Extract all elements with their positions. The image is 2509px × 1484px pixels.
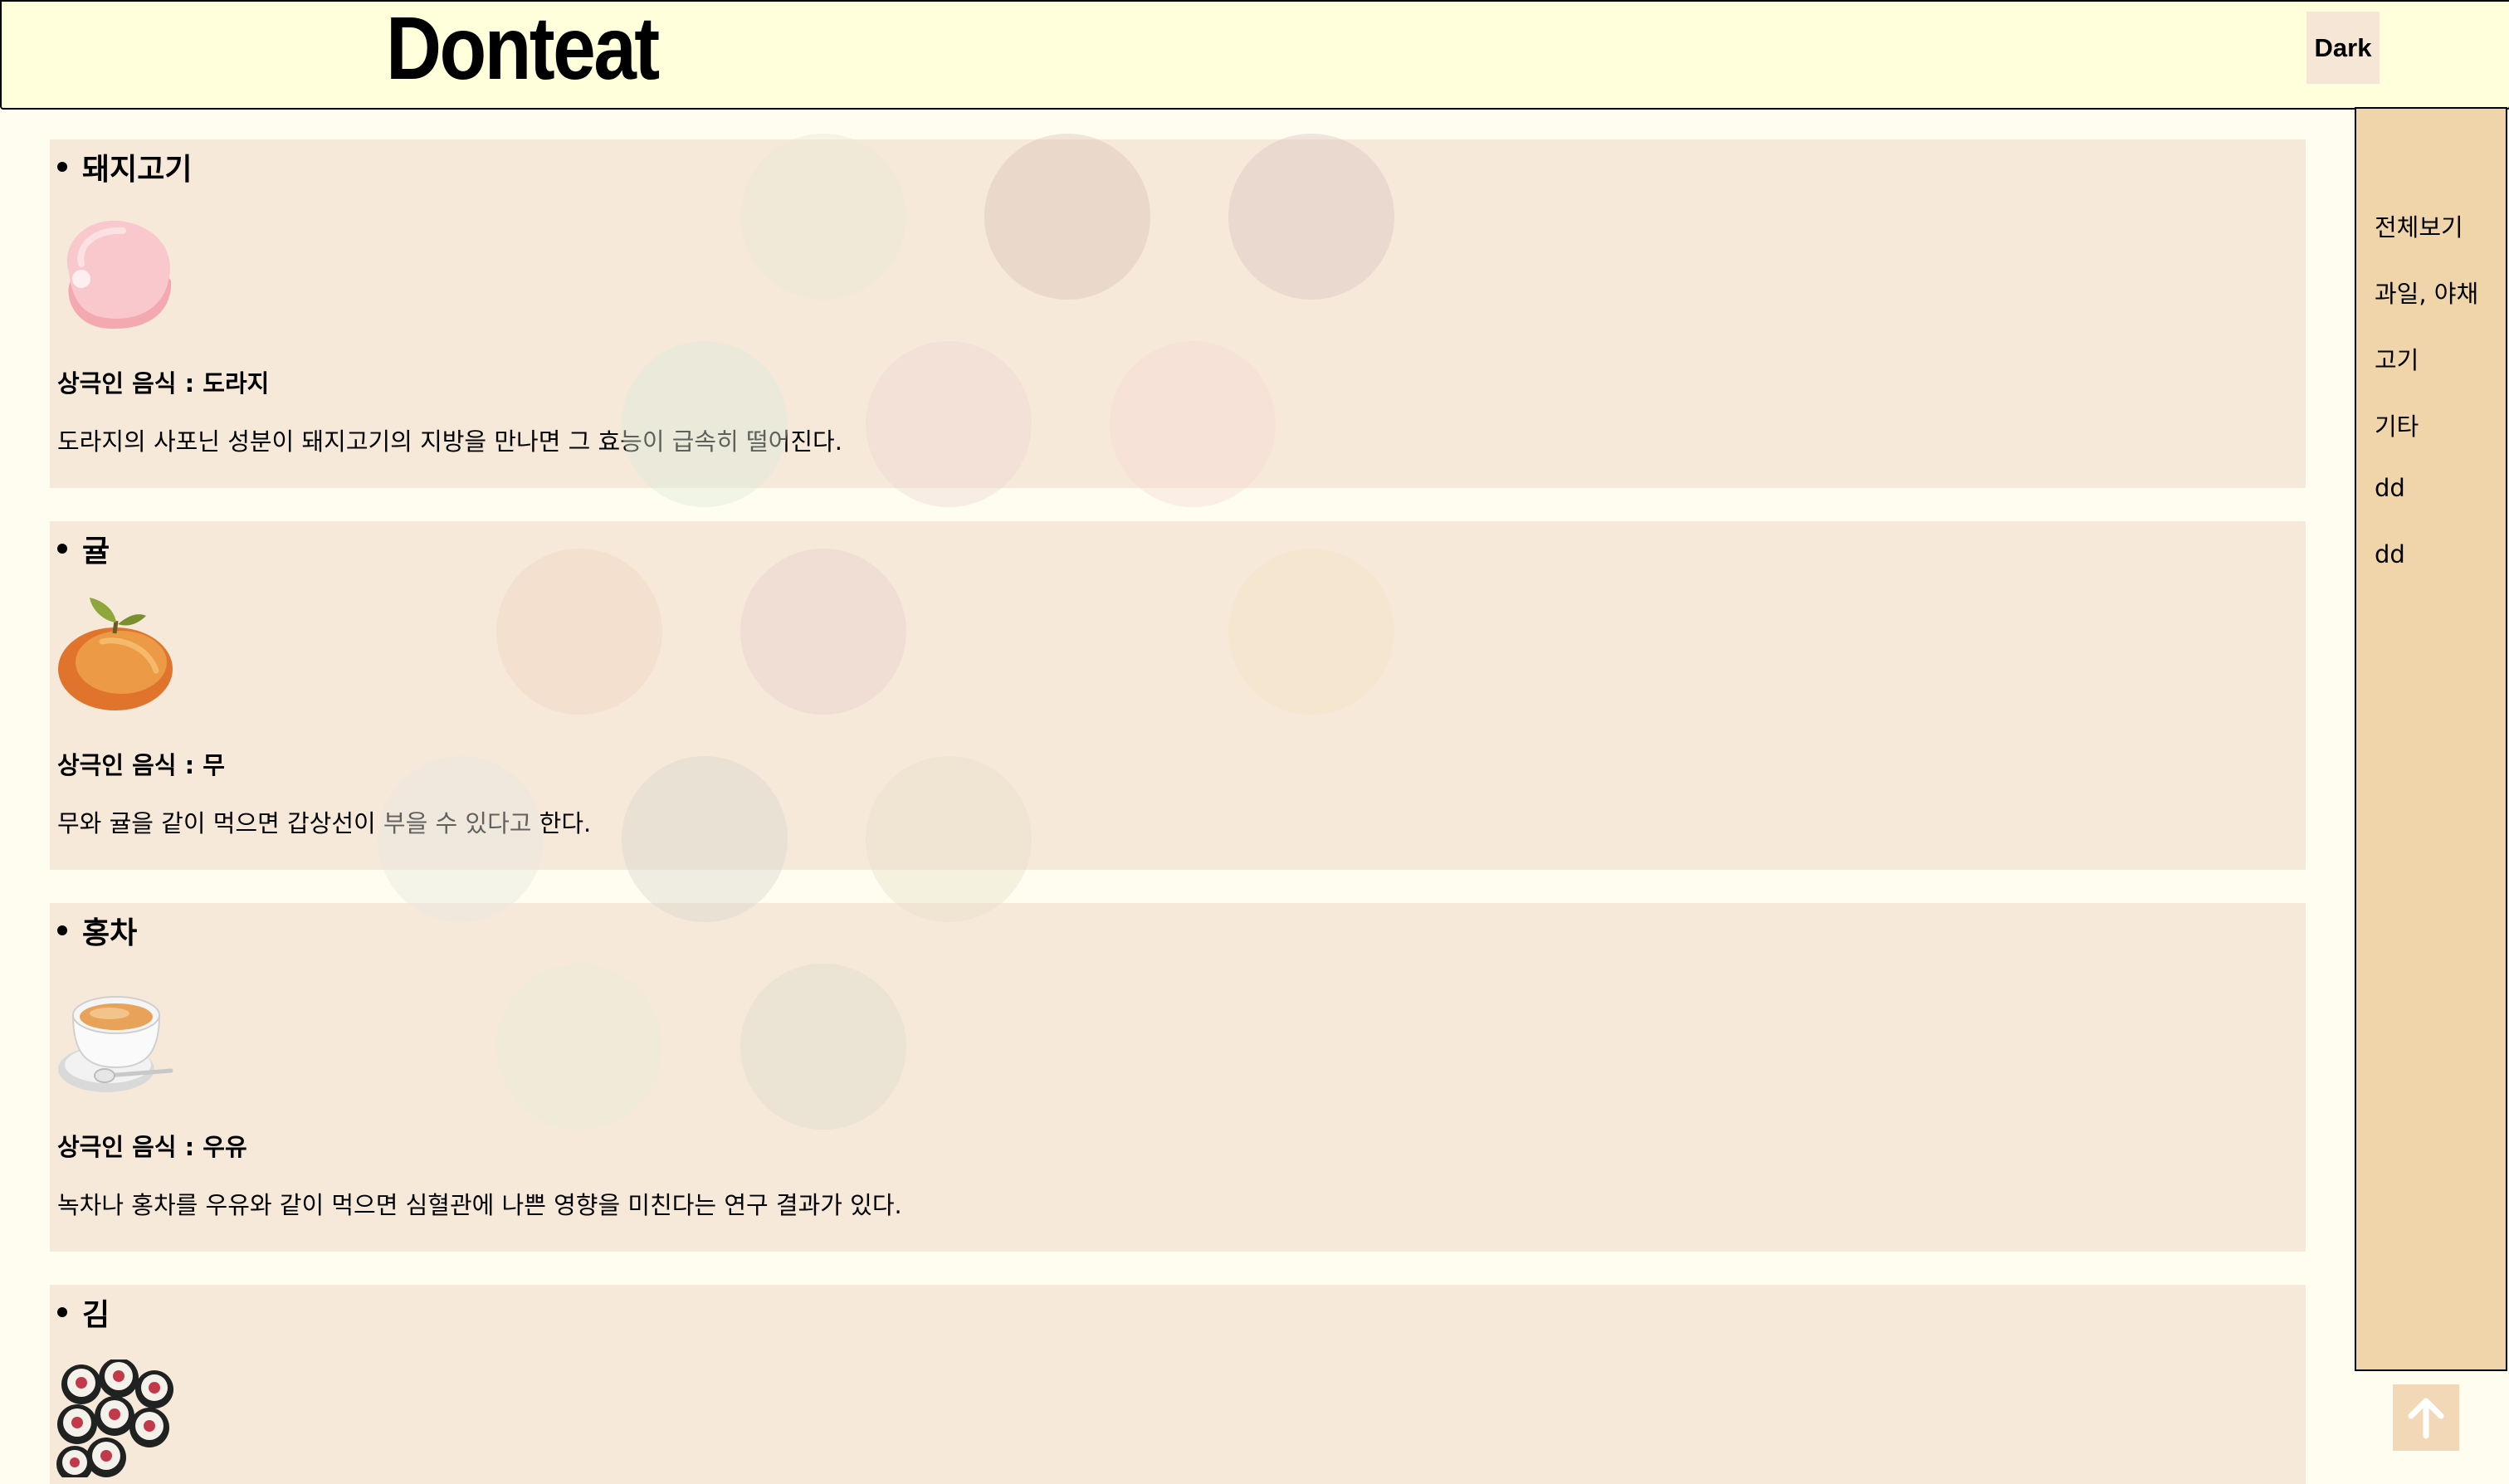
bullet-icon <box>57 544 67 554</box>
food-title: 돼지고기 <box>57 145 192 188</box>
food-name: 돼지고기 <box>82 153 193 187</box>
tea-cup-icon <box>58 996 173 1092</box>
gimbap-icon <box>56 1360 173 1477</box>
sidebar-item-dd[interactable]: dd <box>2375 474 2405 502</box>
sidebar-item-dd[interactable]: dd <box>2375 540 2405 569</box>
category-sidebar: 전체보기 과일, 야채 고기 기타 dd dd <box>2355 107 2507 1371</box>
bullet-icon <box>57 925 67 935</box>
food-description: 녹차나 홍차를 우유와 같이 먹으면 심혈관에 나쁜 영향을 미친다는 연구 결… <box>57 1191 902 1219</box>
conflict-food: 상극인 음식 : 무 <box>57 751 225 779</box>
tangerine-icon <box>58 598 173 710</box>
food-card: 돼지고기 상극인 음식 : 도라지 도라지의 사포닌 성분이 돼지고기의 지방을… <box>50 139 2306 488</box>
bullet-icon <box>57 1307 67 1317</box>
food-card: 김 <box>50 1285 2306 1484</box>
food-title: 김 <box>57 1291 110 1334</box>
site-header: Donteat Dark <box>0 0 2509 110</box>
sidebar-item-fruit-vegetable[interactable]: 과일, 야채 <box>2375 275 2478 310</box>
bullet-icon <box>57 162 67 172</box>
food-description: 도라지의 사포닌 성분이 돼지고기의 지방을 만나면 그 효능이 급속히 떨어진… <box>57 427 842 456</box>
sidebar-item-meat[interactable]: 고기 <box>2375 341 2419 376</box>
sidebar-item-etc[interactable]: 기타 <box>2375 408 2419 442</box>
food-name: 김 <box>82 1298 110 1332</box>
dark-mode-button[interactable]: Dark <box>2306 12 2380 84</box>
food-title: 귤 <box>57 527 110 570</box>
food-card: 귤 상극인 음식 : 무 무와 귤을 같이 먹으면 갑상선이 부을 수 있다고 … <box>50 521 2306 870</box>
food-name: 홍차 <box>82 916 138 950</box>
conflict-food: 상극인 음식 : 도라지 <box>57 369 270 398</box>
site-logo[interactable]: Donteat <box>386 0 660 96</box>
food-title: 홍차 <box>57 909 137 952</box>
food-description: 무와 귤을 같이 먹으면 갑상선이 부을 수 있다고 한다. <box>57 809 592 837</box>
food-card: 홍차 상극인 음식 : 우유 녹차나 홍차를 우유와 같이 먹으면 심혈관에 나… <box>50 903 2306 1252</box>
sidebar-item-all[interactable]: 전체보기 <box>2375 208 2463 243</box>
ham-icon <box>66 220 172 330</box>
conflict-food: 상극인 음식 : 우유 <box>57 1133 247 1161</box>
arrow-up-icon <box>2408 1398 2444 1439</box>
food-name: 귤 <box>82 535 110 569</box>
scroll-top-button[interactable] <box>2393 1384 2459 1451</box>
